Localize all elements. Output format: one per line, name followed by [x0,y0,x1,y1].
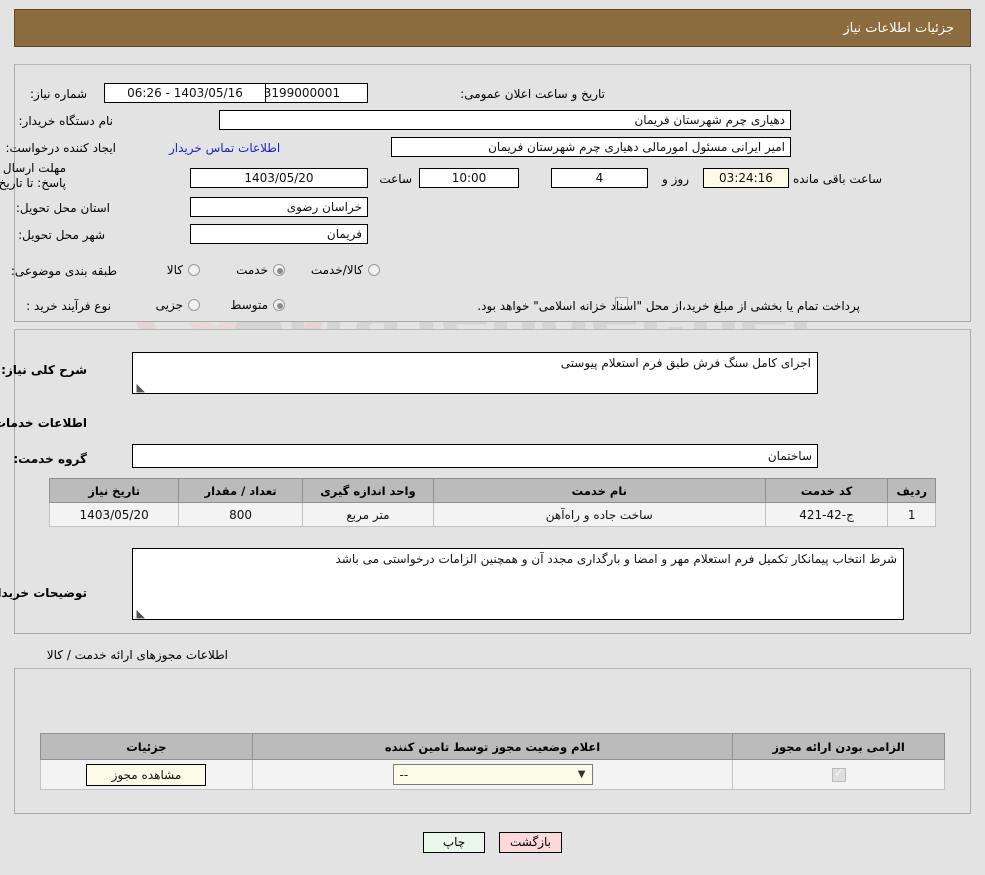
resize-grip-icon[interactable]: ◣ [135,382,145,393]
chevron-down-icon: ▼ [577,769,586,780]
buyer-org-label: نام دستگاه خریدار: [18,114,114,128]
radio-label-kala-khedmat: کالا/خدمت [310,263,363,277]
deadline-time-field[interactable]: 10:00 [419,168,519,188]
delivery-city-label: شهر محل تحویل: [18,228,105,242]
service-group-label: گروه خدمت: [13,452,87,466]
subject-category-label: طبقه بندی موضوعی: [10,264,117,278]
print-button[interactable]: چاپ [423,832,485,853]
buyer-notes-textarea[interactable]: شرط انتخاب پیمانکار تکمیل فرم استعلام مه… [132,548,904,620]
radio-label-khedmat: خدمت [236,263,268,277]
request-creator-field[interactable]: امیر ایرانی مسئول امورمالی دهیاری چرم شه… [391,137,791,157]
delivery-province-label: استان محل تحویل: [15,201,110,215]
cell-unit: متر مربع [301,502,435,527]
delivery-province-field[interactable]: خراسان رضوی [190,197,368,217]
buyer-notes-text: شرط انتخاب پیمانکار تکمیل فرم استعلام مه… [335,552,897,566]
timer-suffix-label: ساعت باقی مانده [792,172,882,186]
delivery-city-field[interactable]: فریمان [190,224,368,244]
radio-icon-motevasset[interactable] [273,299,285,311]
permits-table: الزامی بودن ارائه مجوز اعلام وضعیت مجوز … [40,733,945,790]
page-root: ArtaTender.net جزئیات اطلاعات نیاز شماره… [0,0,985,875]
cell-permit-required [732,759,945,790]
cell-service-code: ج-42-421 [764,502,889,527]
cell-permit-status: ▼ -- [251,759,734,790]
buyer-contact-link[interactable]: اطلاعات تماس خریدار [169,141,280,155]
th-need-date: تاریخ نیاز [48,478,180,503]
th-unit: واحد اندازه گیری [301,478,435,503]
radio-label-motevasset: متوسط [230,298,268,312]
list-item: ▼ -- مشاهده مجوز [40,759,945,790]
back-button[interactable]: بازگشت [499,832,562,853]
deadline-label: مهلت ارسال پاسخ: تا تاریخ: [0,161,66,190]
services-table-header-row: ردیف کد خدمت نام خدمت واحد اندازه گیری ت… [48,478,936,503]
table-row: 1 ج-42-421 ساخت جاده و راه‌آهن متر مربع … [48,502,936,527]
radio-icon-khedmat[interactable] [273,264,285,276]
cell-quantity: 800 [178,502,303,527]
services-heading: اطلاعات خدمات مورد نیاز [0,416,87,430]
th-row-number: ردیف [887,478,936,503]
request-creator-label: ایجاد کننده درخواست: [5,141,116,155]
radio-category-kala[interactable]: کالا [167,263,200,277]
days-remaining-field[interactable]: 4 [551,168,648,188]
cell-need-date: 1403/05/20 [48,502,180,527]
permits-table-header-row: الزامی بودن ارائه مجوز اعلام وضعیت مجوز … [40,733,945,760]
footer-button-bar: بازگشت چاپ [0,832,985,853]
purchase-process-label: نوع فرآیند خرید : [26,299,111,313]
announce-datetime-field[interactable]: 1403/05/16 - 06:26 [104,83,266,103]
radio-label-jozei: جزیی [155,298,183,312]
countdown-timer-field: 03:24:16 [703,168,789,188]
deadline-hour-label: ساعت [379,172,412,186]
services-table: ردیف کد خدمت نام خدمت واحد اندازه گیری ت… [48,478,936,527]
th-permit-status: اعلام وضعیت مجوز توسط تامین کننده [251,733,734,760]
days-word-label: روز و [662,172,689,186]
cell-permit-details: مشاهده مجوز [40,759,253,790]
th-service-code: کد خدمت [764,478,889,503]
need-description-label: شرح کلی نیاز: [1,363,87,377]
page-title-text: جزئیات اطلاعات نیاز [843,20,954,36]
radio-label-kala: کالا [166,263,183,277]
view-permit-button[interactable]: مشاهده مجوز [86,763,207,786]
permit-status-value: -- [399,767,409,782]
permit-required-checkbox [831,766,846,782]
service-group-field[interactable]: ساختمان [132,444,818,468]
radio-icon-kala-khedmat[interactable] [368,264,380,276]
need-description-textarea[interactable]: اجرای کامل سنگ فرش طبق فرم استعلام پیوست… [132,352,818,394]
th-service-name: نام خدمت [433,478,766,503]
radio-process-motevasset[interactable]: متوسط [230,298,285,312]
announce-datetime-label: تاریخ و ساعت اعلان عمومی: [460,87,605,101]
treasury-docs-label: پرداخت تمام یا بخشی از مبلغ خرید،از محل … [477,299,860,313]
buyer-notes-label: توضیحات خریدار: [0,586,87,600]
buyer-org-field[interactable]: دهیاری چرم شهرستان فریمان [219,110,791,130]
resize-grip-icon-notes[interactable]: ◣ [135,608,145,619]
permits-section-title: اطلاعات مجوزهای ارائه خدمت / کالا [46,648,228,662]
radio-category-khedmat[interactable]: خدمت [236,263,285,277]
radio-icon-kala[interactable] [188,264,200,276]
th-permit-details: جزئیات [40,733,253,760]
need-number-label: شماره نیاز: [30,87,87,101]
radio-category-kala-khedmat[interactable]: کالا/خدمت [311,263,380,277]
cell-service-name: ساخت جاده و راه‌آهن [433,502,766,527]
cell-row-number: 1 [887,502,936,527]
permit-status-select[interactable]: ▼ -- [392,764,593,785]
need-description-text: اجرای کامل سنگ فرش طبق فرم استعلام پیوست… [560,356,811,370]
page-title: جزئیات اطلاعات نیاز [14,9,971,47]
th-permit-required: الزامی بودن ارائه مجوز [732,733,945,760]
radio-icon-jozei[interactable] [188,299,200,311]
radio-process-jozei[interactable]: جزیی [156,298,200,312]
deadline-date-field[interactable]: 1403/05/20 [190,168,368,188]
th-quantity: تعداد / مقدار [178,478,303,503]
